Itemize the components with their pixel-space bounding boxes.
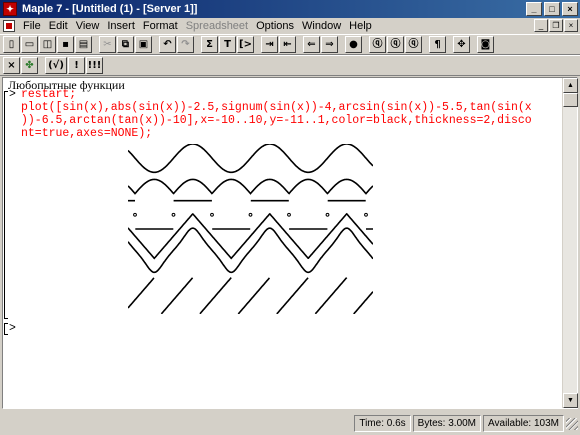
signum-zero-point [133,212,137,217]
execute-button[interactable]: ! [68,57,85,74]
restart-icon[interactable]: ◙ [477,36,494,53]
doc-minimize-button[interactable]: _ [534,19,548,32]
copy-icon[interactable]: ⧉ [117,36,134,53]
maple-input-button[interactable]: ✤ [21,57,38,74]
menu-view[interactable]: View [72,20,104,32]
print-icon[interactable]: ▤ [75,36,92,53]
paragraph-icon[interactable]: ¶ [429,36,446,53]
worksheet-document[interactable]: Любопытные функции > restart; plot([sin(… [3,78,563,408]
status-bytes: Bytes: 3.00M [412,415,482,432]
plot-series-1 [128,144,373,174]
signum-zero-point [364,212,368,217]
sigma-icon[interactable]: Σ [201,36,218,53]
menu-help[interactable]: Help [345,20,376,32]
signum-zero-point [287,212,291,217]
zoom-200-icon[interactable]: ⓠ [387,36,404,53]
document-controls: _ ❐ × [534,19,578,32]
zoom-400-icon[interactable]: ⓠ [405,36,422,53]
context-toolbar: × ✤ (√) ! !!! [0,55,580,76]
close-button[interactable]: × [562,2,578,16]
signum-zero-point [171,212,176,217]
check-syntax-button[interactable]: (√) [45,57,67,74]
worksheet-area[interactable]: Любопытные функции > restart; plot([sin(… [2,77,578,409]
undo-icon[interactable]: ↶ [159,36,176,53]
stop-icon[interactable]: ● [345,36,362,53]
maximize-button[interactable]: □ [544,2,560,16]
plot-series-4 [128,212,373,260]
resize-grip-icon[interactable] [566,417,578,430]
open-url-icon[interactable]: ◫ [39,36,56,53]
plot-series-2 [128,178,373,195]
doc-close-button[interactable]: × [564,19,578,32]
menu-spreadsheet[interactable]: Spreadsheet [182,20,252,32]
plot-output[interactable] [128,144,373,314]
prompt-icon[interactable]: [> [237,36,254,53]
plot-series-6 [128,277,373,314]
maple-leaf-icon[interactable]: ✦ [3,2,17,16]
doc-restore-button[interactable]: ❐ [549,19,563,32]
document-icon[interactable] [3,20,15,32]
status-available: Available: 103M [483,415,564,432]
back-icon[interactable]: ⇐ [303,36,320,53]
scroll-up-arrow-icon[interactable]: ▲ [563,78,578,93]
menu-edit[interactable]: Edit [45,20,72,32]
expand-icon[interactable]: ✥ [453,36,470,53]
signum-zero-point [325,212,330,217]
paste-icon[interactable]: ▣ [135,36,152,53]
indent-icon[interactable]: ⇥ [261,36,278,53]
menu-bar: File Edit View Insert Format Spreadsheet… [0,18,580,34]
menu-format[interactable]: Format [139,20,182,32]
menu-insert[interactable]: Insert [103,20,139,32]
signum-zero-point [248,212,253,217]
status-time: Time: 0.6s [354,415,411,432]
execution-group-bracket[interactable] [4,91,8,319]
execute-all-button[interactable]: !!! [86,57,103,74]
text-icon[interactable]: T [219,36,236,53]
empty-input-prompt[interactable]: > [9,322,16,335]
menu-options[interactable]: Options [252,20,298,32]
minimize-button[interactable]: _ [526,2,542,16]
cut-icon[interactable]: ✂ [99,36,116,53]
scroll-thumb[interactable] [563,93,578,107]
empty-group-bracket[interactable] [4,323,8,335]
status-bar: Time: 0.6s Bytes: 3.00M Available: 103M [0,412,580,435]
save-icon[interactable]: ▪ [57,36,74,53]
zoom-100-icon[interactable]: ⓠ [369,36,386,53]
code-line-2[interactable]: plot([sin(x),abs(sin(x))-2.5,signum(sin(… [21,101,532,114]
redo-icon[interactable]: ↷ [177,36,194,53]
toggle-input-button[interactable]: × [3,57,20,74]
outdent-icon[interactable]: ⇤ [279,36,296,53]
input-prompt: > [9,88,16,101]
code-line-3[interactable]: ))-6.5,arctan(tan(x))-10],x=-10..10,y=-1… [21,114,532,127]
window-title: Maple 7 - [Untitled (1) - [Server 1]] [22,3,198,15]
signum-zero-point [210,212,214,217]
code-line-4[interactable]: nt=true,axes=NONE); [21,127,152,140]
menu-file[interactable]: File [19,20,45,32]
open-icon[interactable]: ▭ [21,36,38,53]
new-icon[interactable]: ▯ [3,36,20,53]
main-toolbar: ▯ ▭ ◫ ▪ ▤ ✂ ⧉ ▣ ↶ ↷ Σ T [> ⇥ ⇤ ⇐ ⇒ ● ⓠ ⓠ… [0,34,580,55]
code-line-1[interactable]: restart; [21,88,76,101]
window-controls: _ □ × [526,2,578,16]
menu-window[interactable]: Window [298,20,345,32]
forward-icon[interactable]: ⇒ [321,36,338,53]
plot-series-5 [128,227,373,274]
title-bar: ✦ Maple 7 - [Untitled (1) - [Server 1]] … [0,0,580,18]
scroll-down-arrow-icon[interactable]: ▼ [563,393,578,408]
vertical-scrollbar[interactable]: ▲ ▼ [562,78,578,408]
